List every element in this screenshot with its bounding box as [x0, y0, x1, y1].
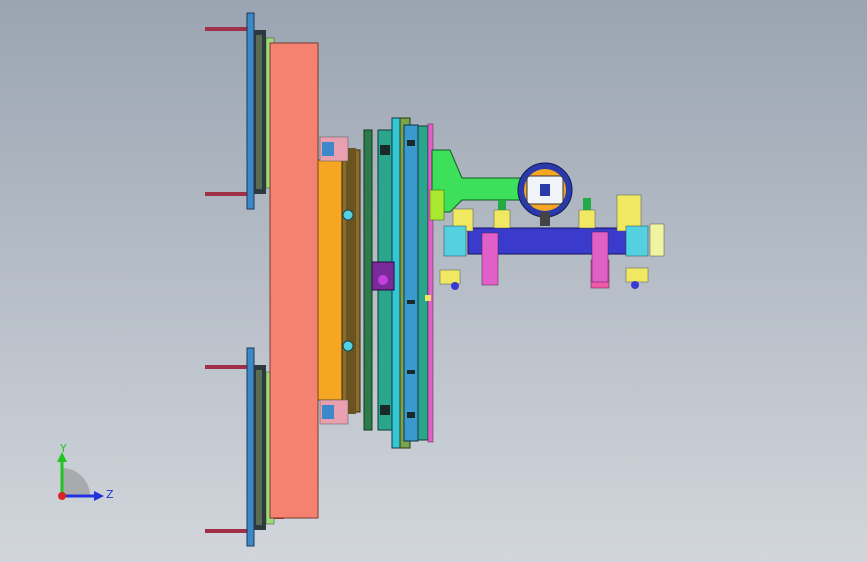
green-arm: [429, 149, 521, 221]
y-axis-label: Y: [59, 442, 67, 455]
orange-block: [317, 148, 361, 414]
main-salmon-plate: [269, 42, 319, 519]
knob-upper: [342, 209, 354, 221]
green-plate: [363, 129, 373, 431]
assembly-model[interactable]: [0, 0, 867, 562]
cad-viewport[interactable]: Y Z: [0, 0, 867, 562]
z-axis-label: Z: [106, 488, 114, 501]
z-axis-arrow: [94, 491, 104, 501]
left-rods-top: [205, 27, 250, 533]
triad-arc: [62, 468, 90, 496]
purple-joint: [371, 261, 395, 291]
knob-lower: [342, 340, 354, 352]
origin-dot: [58, 492, 66, 500]
orientation-triad: Y Z: [57, 442, 114, 501]
rotary-clamp: [517, 162, 573, 218]
